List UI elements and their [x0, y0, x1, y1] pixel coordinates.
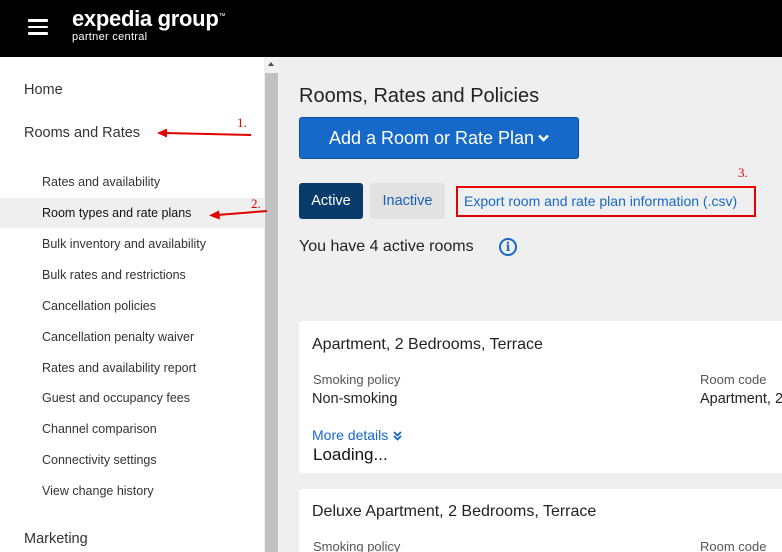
sidebar-item-home[interactable]: Home [24, 82, 63, 98]
sidebar-item-bulk-rates[interactable]: Bulk rates and restrictions [0, 260, 264, 290]
page-title: Rooms, Rates and Policies [299, 85, 540, 107]
tab-active[interactable]: Active [299, 183, 363, 219]
sidebar-item-guest-occupancy-fees[interactable]: Guest and occupancy fees [0, 383, 264, 413]
sidebar-item-channel-comparison[interactable]: Channel comparison [0, 414, 264, 444]
sidebar-item-rooms-and-rates[interactable]: Rooms and Rates [24, 125, 140, 141]
active-rooms-count: You have 4 active rooms [299, 238, 474, 255]
annotation-number-3: 3. [738, 165, 748, 180]
room-code-value: Apartment, 2 [700, 391, 782, 407]
sidebar-item-cancellation-policies[interactable]: Cancellation policies [0, 291, 264, 321]
smoking-policy-label: Smoking policy [313, 539, 401, 552]
more-details-label: More details [312, 427, 389, 443]
room-card: Apartment, 2 Bedrooms, Terrace Smoking p… [299, 321, 782, 473]
more-details-link[interactable]: More details [312, 427, 402, 444]
room-code-label: Room code [700, 372, 767, 387]
smoking-policy-value: Non-smoking [312, 391, 398, 407]
add-room-or-rate-plan-button[interactable]: Add a Room or Rate Plan [299, 117, 579, 159]
room-card-title: Deluxe Apartment, 2 Bedrooms, Terrace [312, 503, 597, 520]
top-bar: expedia group™ partner central [0, 0, 782, 57]
loading-text: Loading... [313, 445, 388, 464]
info-icon[interactable]: i [499, 238, 517, 256]
chevron-down-icon [538, 118, 549, 158]
annotation-arrow-2-icon [209, 210, 268, 220]
tab-inactive[interactable]: Inactive [370, 183, 445, 219]
room-card: Deluxe Apartment, 2 Bedrooms, Terrace Sm… [299, 489, 782, 552]
hamburger-menu-icon[interactable] [28, 19, 48, 35]
scroll-up-arrow-icon[interactable] [264, 57, 279, 72]
annotation-arrow-1-icon [157, 128, 252, 138]
room-card-title: Apartment, 2 Bedrooms, Terrace [312, 336, 543, 353]
main-content: Rooms, Rates and Policies Add a Room or … [279, 57, 782, 552]
double-chevron-down-icon [393, 428, 402, 444]
sidebar-scrollbar[interactable] [264, 57, 279, 552]
sidebar-item-marketing[interactable]: Marketing [24, 531, 88, 547]
room-code-label: Room code [700, 539, 767, 552]
sidebar-item-bulk-inventory[interactable]: Bulk inventory and availability [0, 229, 264, 259]
logo-main-text: expedia group™ [72, 6, 226, 31]
expedia-group-logo[interactable]: expedia group™ partner central [72, 6, 225, 43]
add-button-label: Add a Room or Rate Plan [328, 128, 535, 148]
sidebar-item-view-change-history[interactable]: View change history [0, 476, 264, 506]
sidebar-item-rates-and-availability[interactable]: Rates and availability [0, 167, 264, 197]
smoking-policy-label: Smoking policy [313, 372, 401, 387]
logo-sub-text: partner central [72, 31, 148, 43]
export-csv-link[interactable]: Export room and rate plan information (.… [456, 186, 756, 217]
sidebar-item-rates-report[interactable]: Rates and availability report [0, 353, 264, 383]
sidebar-item-cancellation-penalty-waiver[interactable]: Cancellation penalty waiver [0, 322, 264, 352]
sidebar-item-connectivity-settings[interactable]: Connectivity settings [0, 445, 264, 475]
scroll-thumb[interactable] [265, 73, 278, 552]
